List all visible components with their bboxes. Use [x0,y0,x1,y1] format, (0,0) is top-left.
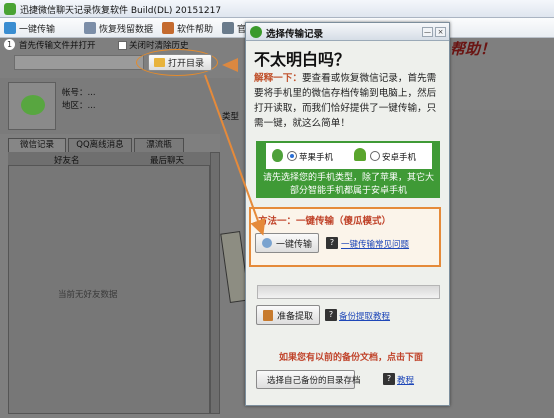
wechat-icon [21,95,45,115]
onekey-faq-link[interactable]: 一键传输常见问题 [341,238,409,250]
list-scrollbar[interactable] [210,152,220,414]
explain-label: 解释一下： [254,73,302,84]
folder-icon [154,58,165,67]
backup-tutorial-link[interactable]: 备份提取教程 [339,310,390,322]
tab-bar: 微信记录 QQ离线消息 漂流瓶 [8,138,233,152]
gear-icon [262,238,272,248]
path-input[interactable] [14,55,144,70]
android-icon [354,148,366,161]
help-icon [162,22,174,34]
android-radio[interactable] [370,151,380,161]
restore-icon [84,22,96,34]
explain-text: 解释一下：要查看或恢复微信记录，首先需要将手机里的微信存档传输到电脑上，然后打开… [254,71,440,131]
friend-list [8,152,210,414]
column-friend-name[interactable]: 好友名 [54,154,80,166]
phone-hint: 请先选择您的手机类型，除了苹果，其它大部分智能手机都属于安卓手机 [262,173,434,196]
select-help-icon: ? [383,373,395,385]
dialog-app-icon [250,26,262,38]
window-title: 迅捷微信聊天记录恢复软件 Build(DL) 20151217 [20,6,222,16]
empty-list-text: 当前无好友数据 [58,290,118,300]
toolbar-official-button[interactable]: 官 [222,20,246,36]
open-directory-button[interactable]: 打开目录 [148,54,212,71]
tutorial-link[interactable]: 教程 [397,374,414,386]
faq-icon: ? [326,237,338,249]
prepare-extract-button[interactable]: 准备提取 [256,305,320,325]
clear-history-checkbox[interactable] [118,41,127,50]
tab-qq-offline[interactable]: QQ离线消息 [68,138,132,152]
step-number: 1 [4,39,15,50]
step1-label: 首先传输文件并打开 [19,41,96,51]
dialog-title: 选择传输记录 [266,29,324,40]
toolbar-transfer-button[interactable]: 一键传输 [4,20,55,36]
transfer-icon [4,22,16,34]
tab-wechat-records[interactable]: 微信记录 [8,138,66,152]
dialog-headline: 不太明白吗？ [254,50,351,69]
minimize-button[interactable]: — [422,27,433,37]
account-label: 帐号：... [62,88,96,98]
transfer-progress-bar [257,285,440,299]
title-bar: 迅捷微信聊天记录恢复软件 Build(DL) 20151217 [0,0,554,18]
toolbar-restore-button[interactable]: 恢复残留数据 [84,20,153,36]
help-slogan: 帮助！ [450,40,496,58]
method1-title: 方法一：一键传输（傻瓜模式） [258,216,392,227]
close-button[interactable]: × [435,27,446,37]
tab-drift-bottle[interactable]: 漂流瓶 [134,138,184,152]
apple-icon [272,149,283,162]
region-label: 地区：... [62,101,96,111]
onekey-transfer-button[interactable]: 一键传输 [255,233,319,253]
toolbar-help-button[interactable]: 软件帮助 [162,20,213,36]
select-backup-dir-button[interactable]: 选择自己备份的目录存档 [256,370,361,389]
document-icon [263,309,273,321]
iphone-radio[interactable] [287,151,297,161]
column-last-chat[interactable]: 最后聊天 [150,154,184,166]
tutorial-help-icon: ? [325,309,337,321]
backup-section-title: 如果您有以前的备份文档，点击下面 [278,353,423,363]
dialog-title-bar: 选择传输记录 [246,23,449,41]
iphone-label[interactable]: 苹果手机 [299,151,333,163]
official-icon [222,22,234,34]
app-icon [4,3,16,15]
avatar [8,82,56,130]
android-label[interactable]: 安卓手机 [382,151,416,163]
